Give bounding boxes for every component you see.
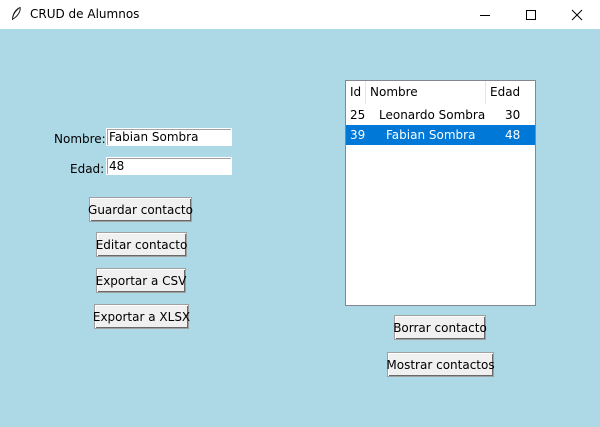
close-icon (571, 9, 583, 20)
close-button[interactable] (554, 0, 600, 29)
cell-nombre: Leonardo Sombra (379, 108, 486, 122)
cell-nombre: Fabian Sombra (386, 128, 476, 142)
nombre-input[interactable] (106, 128, 232, 146)
edad-input[interactable] (106, 157, 232, 175)
cell-id: 25 (350, 108, 366, 122)
table-row[interactable]: 25 Leonardo Sombra 30 (346, 105, 535, 125)
cell-edad: 48 (505, 128, 521, 142)
borrar-contacto-button[interactable]: Borrar contacto (393, 315, 487, 340)
edad-label: Edad: (70, 162, 105, 176)
maximize-icon (526, 9, 536, 20)
maximize-button[interactable] (508, 0, 554, 29)
column-header-edad[interactable]: Edad (486, 81, 535, 104)
nombre-label: Nombre: (54, 132, 106, 146)
title-bar: CRUD de Alumnos (0, 0, 600, 29)
column-header-nombre[interactable]: Nombre (366, 81, 486, 104)
window-title: CRUD de Alumnos (30, 7, 140, 21)
minimize-icon (480, 14, 490, 16)
feather-icon (12, 6, 21, 20)
editar-contacto-button[interactable]: Editar contacto (96, 232, 187, 257)
guardar-contacto-button[interactable]: Guardar contacto (88, 197, 193, 222)
exportar-csv-button[interactable]: Exportar a CSV (96, 268, 186, 293)
cell-id: 39 (350, 128, 366, 142)
table-header: Id Nombre Edad (346, 81, 535, 104)
contacts-table[interactable]: Id Nombre Edad 25 Leonardo Sombra 30 39 … (345, 80, 536, 306)
minimize-button[interactable] (462, 0, 508, 29)
mostrar-contactos-button[interactable]: Mostrar contactos (386, 352, 495, 377)
exportar-xlsx-button[interactable]: Exportar a XLSX (93, 304, 190, 329)
table-row-selected[interactable]: 39 Fabian Sombra 48 (346, 125, 535, 145)
column-header-id[interactable]: Id (346, 81, 366, 104)
cell-edad: 30 (505, 108, 521, 122)
